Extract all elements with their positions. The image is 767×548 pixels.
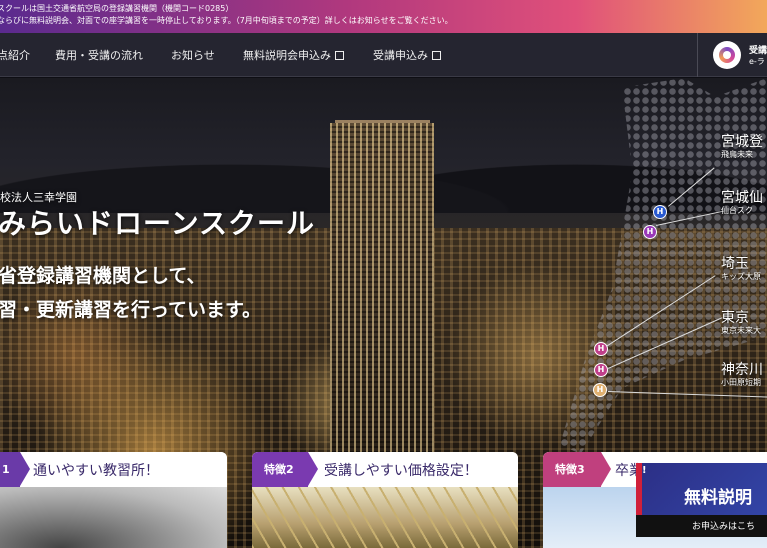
hero-tagline-2: 習・更新講習を行っています。 [0,299,262,321]
feature-tag-label: 1 [2,463,10,476]
map-label-school: 東京未来大 [721,326,761,335]
main-nav: 点紹介 費用・受講の流れ お知らせ 無料説明会申込み 受講申込み 受講 e-ラ [0,33,767,77]
notice-line-1: スクールは国土交通省航空局の登録講習機関（機関コード0285） [0,4,234,13]
feature-card-2[interactable]: 特徴2 受講しやすい価格設定！ [252,452,518,548]
nav-item-news[interactable]: お知らせ [171,47,215,63]
nav-item-free-seminar[interactable]: 無料説明会申込み [243,47,344,63]
elearning-link[interactable]: 受講 e-ラ [713,41,767,71]
hero-tagline-1: 省登録講習機関として、 [0,265,206,287]
elearning-label: 受講 [749,46,767,56]
hero-title: みらいドローンスクール [0,207,316,240]
map-pin-icon[interactable]: H [594,342,608,356]
map-label-name: 東京 [721,310,749,326]
external-link-icon [335,51,344,60]
feature-title: 通いやすい教習所！ [33,463,159,479]
map-label-name: 宮城仙 [721,190,763,206]
map-label-name: 埼玉 [721,256,749,272]
nav-label: 費用・受講の流れ [55,49,143,62]
elearning-sublabel: e-ラ [749,57,765,66]
feature-tag: 1 [0,452,30,487]
map-label-school: 仙台スク [721,206,753,215]
feature-tag-label: 特徴2 [264,463,294,476]
map-label-name: 宮城登 [721,134,763,150]
feature-tag-label: 特徴3 [555,463,585,476]
nav-item-fees-flow[interactable]: 費用・受講の流れ [55,47,143,63]
map-label-miyagi-tome[interactable]: 宮城登 飛鳥未来 [721,134,763,160]
map-label-school: 小田原短期 [721,378,761,387]
notice-line-2: ならびに無料説明会、対面での座学講習を一時停止しております。（7月中旬頃までの予… [0,16,453,25]
banner-title: 無料説明 [684,488,752,508]
map-label-miyagi-sendai[interactable]: 宮城仙 仙台スク [721,190,763,216]
notice-bar: スクールは国土交通省航空局の登録講習機関（機関コード0285） ならびに無料説明… [0,0,767,33]
hero-tower [330,123,434,503]
free-seminar-banner[interactable]: 無料説明 お申込みはこち [636,463,767,537]
nav-label: お知らせ [171,49,215,62]
external-link-icon [432,51,441,60]
nav-label: 無料説明会申込み [243,49,331,62]
map-label-name: 神奈川 [721,362,763,378]
map-pin-icon[interactable]: H [594,363,608,377]
banner-subtitle: お申込みはこち [692,522,756,532]
feature-tag: 特徴3 [543,452,611,487]
feature-tag: 特徴2 [252,452,318,487]
nav-label: 受講申込み [373,49,428,62]
map-label-kanagawa[interactable]: 神奈川 小田原短期 [721,362,763,388]
nav-divider [697,33,698,77]
map-label-school: 飛鳥未来 [721,150,753,159]
map-label-tokyo[interactable]: 東京 東京未来大 [721,310,761,336]
feature-card-1[interactable]: 1 通いやすい教習所！ [0,452,227,548]
map-label-school: キッズ大原 [721,272,761,281]
feature-image-dome [0,487,227,548]
feature-image-hall [252,487,518,548]
banner-alert-icon: ! [642,465,647,476]
map-pin-icon[interactable]: H [653,205,667,219]
map-label-saitama[interactable]: 埼玉 キッズ大原 [721,256,761,282]
feature-title: 受講しやすい価格設定！ [324,463,478,479]
elearning-logo-icon [713,41,741,69]
nav-label: 点紹介 [0,49,30,62]
map-pin-icon[interactable]: H [593,383,607,397]
nav-item-school-intro[interactable]: 点紹介 [0,47,30,63]
map-pin-icon[interactable]: H [643,225,657,239]
nav-item-apply[interactable]: 受講申込み [373,47,441,63]
